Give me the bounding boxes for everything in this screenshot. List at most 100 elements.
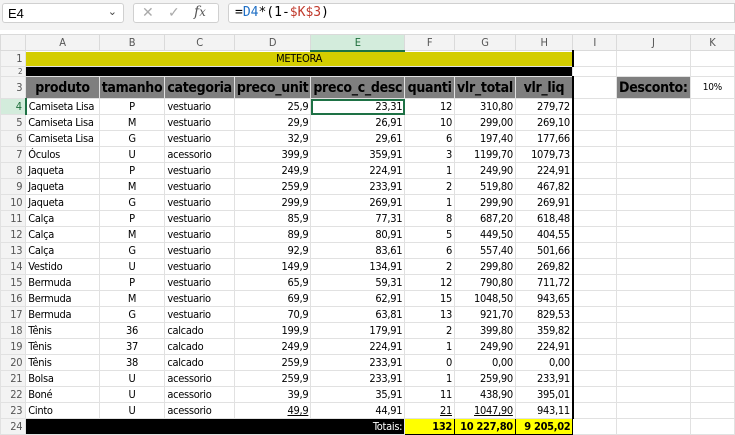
tamanho-cell[interactable]: M — [98, 290, 166, 307]
cell[interactable] — [572, 306, 618, 323]
cell[interactable] — [616, 402, 691, 419]
categoria-cell[interactable]: vestuario — [164, 306, 235, 323]
cell[interactable] — [689, 98, 735, 115]
vlr-total-cell[interactable]: 519,80 — [454, 178, 516, 195]
preco-unit-cell[interactable]: 39,9 — [233, 386, 312, 403]
preco-c-desc-cell[interactable]: 233,91 — [310, 178, 406, 195]
tamanho-cell[interactable]: U — [98, 386, 166, 403]
vlr-total-cell[interactable]: 310,80 — [454, 98, 516, 115]
cell[interactable] — [572, 210, 618, 227]
preco-c-desc-cell[interactable]: 23,31 — [310, 98, 406, 115]
produto-cell[interactable]: Camiseta Lisa — [25, 130, 100, 147]
quantidade-cell[interactable]: 2 — [404, 178, 456, 195]
cell[interactable] — [572, 290, 618, 307]
discount-value[interactable]: 10% — [689, 76, 735, 99]
row-header[interactable]: 24 — [0, 418, 27, 435]
quantidade-cell[interactable]: 3 — [404, 146, 456, 163]
vlr-liq-cell[interactable]: 404,55 — [514, 226, 574, 243]
tamanho-cell[interactable]: 36 — [98, 322, 166, 339]
cell[interactable] — [689, 194, 735, 211]
column-header-G[interactable]: G — [454, 34, 516, 51]
row-header[interactable]: 18 — [0, 322, 27, 339]
header-preco_c_desc[interactable]: preco_c_desc — [310, 76, 406, 99]
tamanho-cell[interactable]: U — [98, 146, 166, 163]
row-header[interactable]: 15 — [0, 274, 27, 291]
vlr-liq-cell[interactable]: 224,91 — [514, 338, 574, 355]
black-band[interactable] — [25, 66, 574, 77]
column-header-A[interactable]: A — [25, 34, 100, 51]
cell[interactable] — [616, 98, 691, 115]
cell[interactable] — [689, 306, 735, 323]
total-quantity[interactable]: 132 — [404, 418, 456, 435]
preco-c-desc-cell[interactable]: 83,61 — [310, 242, 406, 259]
cell[interactable] — [689, 146, 735, 163]
tamanho-cell[interactable]: P — [98, 274, 166, 291]
preco-unit-cell[interactable]: 92,9 — [233, 242, 312, 259]
tamanho-cell[interactable]: P — [98, 162, 166, 179]
cell[interactable] — [616, 226, 691, 243]
row-header[interactable]: 16 — [0, 290, 27, 307]
quantidade-cell[interactable]: 11 — [404, 386, 456, 403]
vlr-liq-cell[interactable]: 1079,73 — [514, 146, 574, 163]
vlr-total-cell[interactable]: 1199,70 — [454, 146, 516, 163]
enter-icon[interactable]: ✓ — [168, 4, 180, 21]
cell[interactable] — [689, 66, 735, 77]
preco-c-desc-cell[interactable]: 26,91 — [310, 114, 406, 131]
row-header[interactable]: 21 — [0, 370, 27, 387]
categoria-cell[interactable]: calcado — [164, 354, 235, 371]
cell[interactable] — [572, 76, 618, 99]
vlr-liq-cell[interactable]: 501,66 — [514, 242, 574, 259]
quantidade-cell[interactable]: 1 — [404, 370, 456, 387]
row-header[interactable]: 23 — [0, 402, 27, 419]
preco-unit-cell[interactable]: 149,9 — [233, 258, 312, 275]
vlr-total-cell[interactable]: 249,90 — [454, 162, 516, 179]
vlr-total-cell[interactable]: 259,90 — [454, 370, 516, 387]
cell[interactable] — [572, 226, 618, 243]
vlr-total-cell[interactable]: 1048,50 — [454, 290, 516, 307]
cell[interactable] — [572, 114, 618, 131]
cell[interactable] — [616, 274, 691, 291]
preco-unit-cell[interactable]: 49,9 — [233, 402, 312, 419]
row-header[interactable]: 17 — [0, 306, 27, 323]
produto-cell[interactable]: Bermuda — [25, 306, 100, 323]
cell[interactable] — [689, 258, 735, 275]
vlr-liq-cell[interactable]: 829,53 — [514, 306, 574, 323]
cell[interactable] — [689, 178, 735, 195]
discount-label[interactable]: Desconto: — [616, 76, 691, 99]
tamanho-cell[interactable]: M — [98, 226, 166, 243]
totals-label[interactable]: Totais: — [25, 418, 406, 435]
preco-c-desc-cell[interactable]: 224,91 — [310, 162, 406, 179]
cell[interactable] — [689, 402, 735, 419]
column-header-H[interactable]: H — [514, 34, 574, 51]
row-header[interactable]: 2 — [0, 66, 27, 77]
row-header[interactable]: 10 — [0, 194, 27, 211]
preco-c-desc-cell[interactable]: 359,91 — [310, 146, 406, 163]
categoria-cell[interactable]: vestuario — [164, 194, 235, 211]
quantidade-cell[interactable]: 10 — [404, 114, 456, 131]
cell[interactable] — [689, 226, 735, 243]
produto-cell[interactable]: Jaqueta — [25, 194, 100, 211]
cell[interactable] — [689, 114, 735, 131]
tamanho-cell[interactable]: G — [98, 130, 166, 147]
cell[interactable] — [689, 162, 735, 179]
preco-unit-cell[interactable]: 249,9 — [233, 162, 312, 179]
categoria-cell[interactable]: vestuario — [164, 258, 235, 275]
tamanho-cell[interactable]: P — [98, 210, 166, 227]
cell[interactable] — [616, 290, 691, 307]
name-box[interactable]: E4 ⌄ — [2, 3, 124, 23]
header-quanti[interactable]: quanti — [404, 76, 456, 99]
tamanho-cell[interactable]: U — [98, 258, 166, 275]
vlr-total-cell[interactable]: 299,80 — [454, 258, 516, 275]
produto-cell[interactable]: Tênis — [25, 354, 100, 371]
cell[interactable] — [572, 162, 618, 179]
cell[interactable] — [572, 50, 618, 67]
categoria-cell[interactable]: acessorio — [164, 386, 235, 403]
preco-c-desc-cell[interactable]: 134,91 — [310, 258, 406, 275]
vlr-total-cell[interactable]: 687,20 — [454, 210, 516, 227]
tamanho-cell[interactable]: G — [98, 306, 166, 323]
preco-c-desc-cell[interactable]: 63,81 — [310, 306, 406, 323]
vlr-total-cell[interactable]: 197,40 — [454, 130, 516, 147]
cell[interactable] — [572, 130, 618, 147]
tamanho-cell[interactable]: 37 — [98, 338, 166, 355]
cell[interactable] — [689, 338, 735, 355]
